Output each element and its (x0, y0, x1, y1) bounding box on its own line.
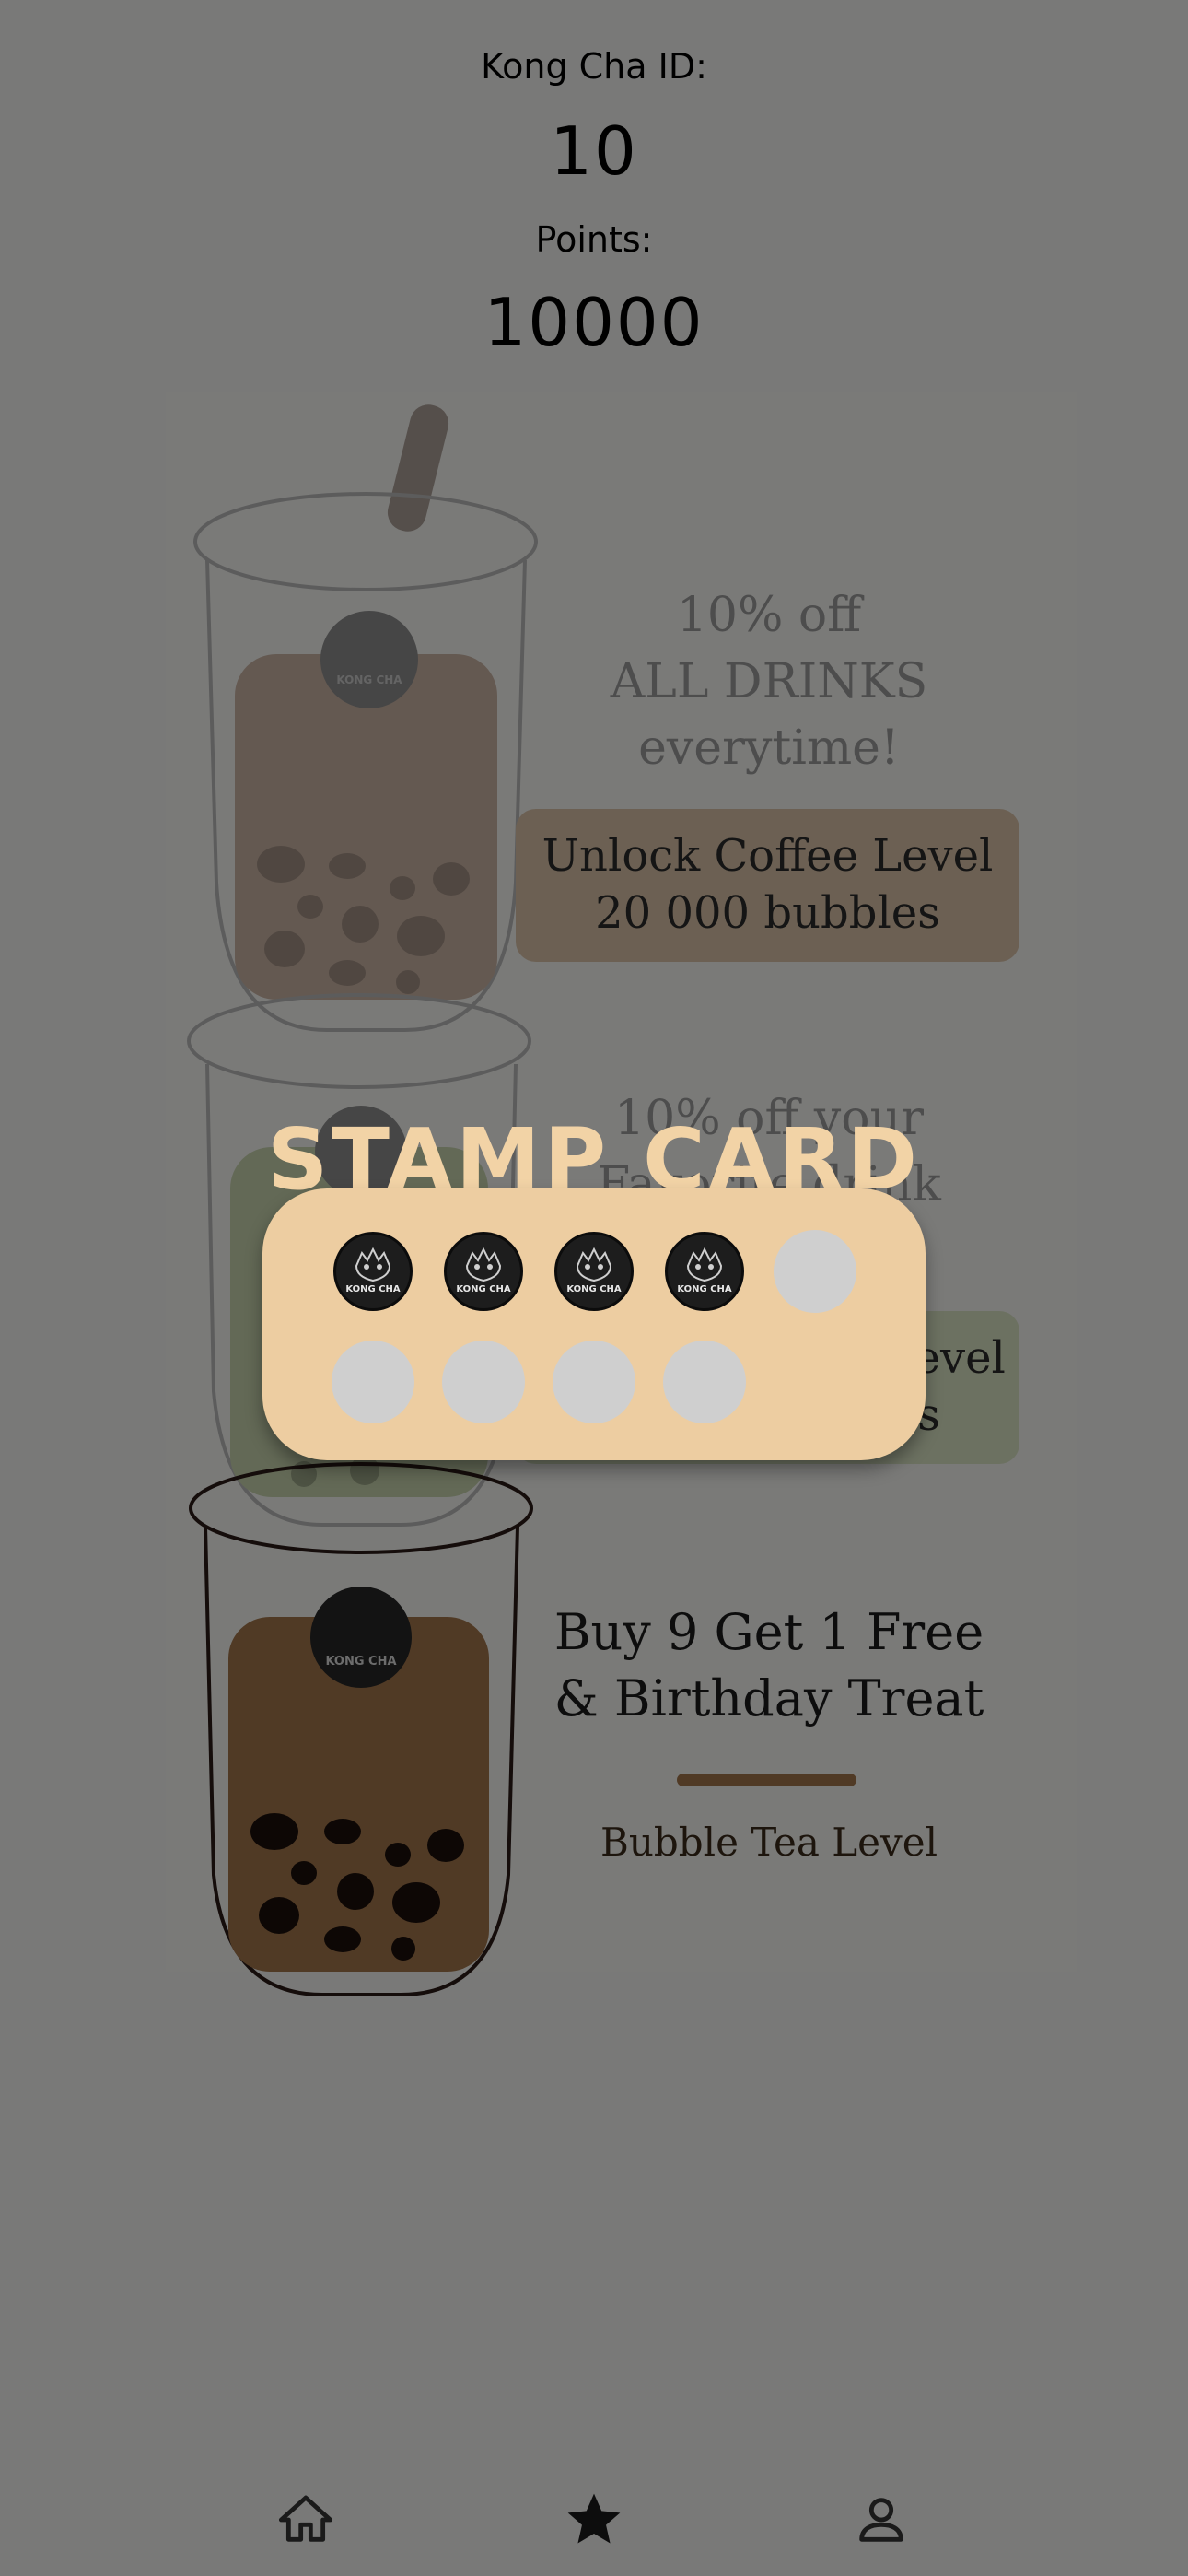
stamp-collected: KONG CHA (665, 1232, 744, 1311)
stamp-empty (332, 1341, 414, 1423)
nav-profile[interactable] (840, 2478, 923, 2561)
stamp-card: KONG CHA KONG CHA KONG CHA KONG CHA (262, 1188, 926, 1460)
stamp-logo-text: KONG CHA (677, 1284, 732, 1294)
kong-cha-logo-icon: KONG CHA (677, 1247, 732, 1294)
stamp-empty (442, 1341, 525, 1423)
stamp-empty (774, 1230, 856, 1313)
home-icon (278, 2495, 333, 2542)
stamp-empty (663, 1341, 746, 1423)
nav-stamp-card[interactable] (553, 2478, 635, 2561)
stamp-logo-text: KONG CHA (456, 1284, 511, 1294)
nav-home[interactable] (264, 2478, 347, 2561)
person-icon (859, 2498, 903, 2542)
stamp-logo-text: KONG CHA (345, 1284, 401, 1294)
stamp-collected: KONG CHA (333, 1232, 413, 1311)
star-icon (567, 2493, 621, 2544)
kong-cha-logo-icon: KONG CHA (566, 1247, 622, 1294)
stamp-empty (553, 1341, 635, 1423)
stamp-logo-text: KONG CHA (566, 1284, 622, 1294)
kong-cha-logo-icon: KONG CHA (456, 1247, 511, 1294)
stamp-collected: KONG CHA (444, 1232, 523, 1311)
kong-cha-logo-icon: KONG CHA (345, 1247, 401, 1294)
bottom-nav (0, 2432, 1188, 2576)
stamp-collected: KONG CHA (554, 1232, 634, 1311)
